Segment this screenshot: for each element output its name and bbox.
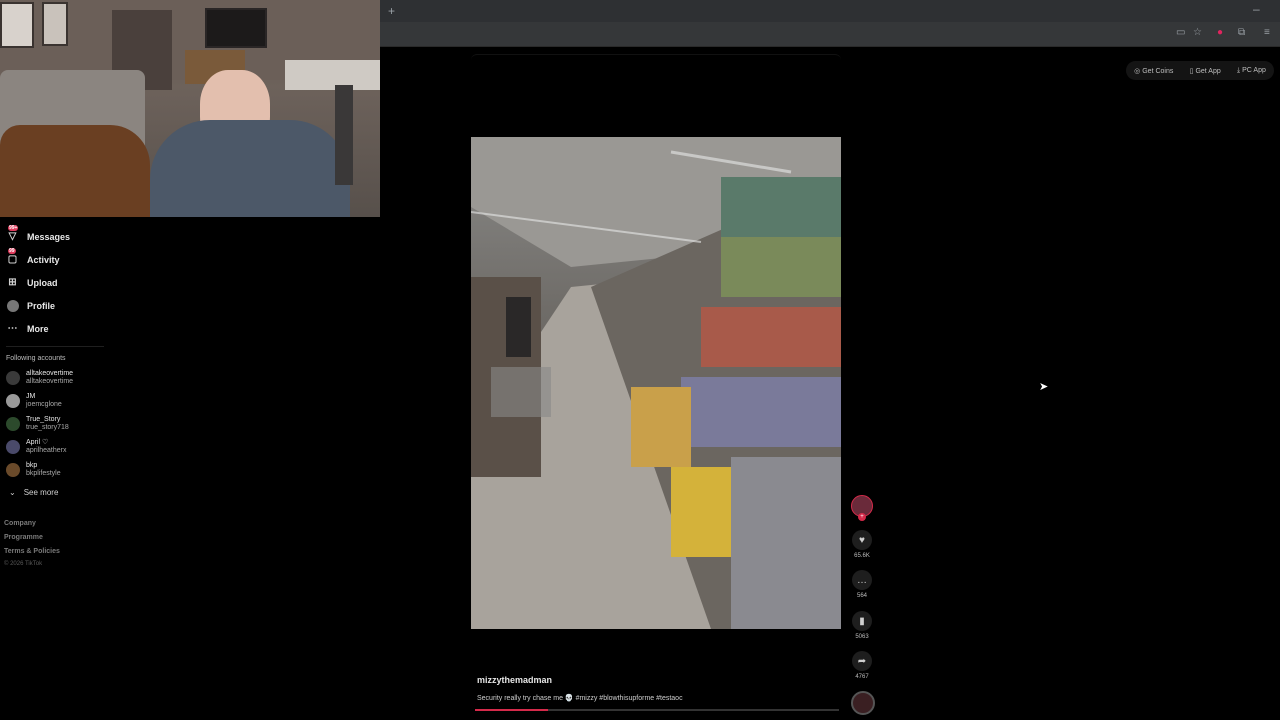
account-handle: bkplifestyle bbox=[26, 470, 61, 477]
mouse-cursor-icon: ➤ bbox=[1039, 381, 1049, 393]
coin-icon: ◎ bbox=[1134, 67, 1141, 75]
share-button[interactable]: ➦ 4767 bbox=[851, 651, 873, 680]
account-item[interactable]: bkp bkplifestyle bbox=[6, 462, 61, 478]
sidebar-item-label: More bbox=[27, 323, 49, 334]
share-icon: ➦ bbox=[852, 651, 872, 671]
footer-link-terms[interactable]: Terms & Policies bbox=[4, 548, 60, 555]
comment-button[interactable]: … 564 bbox=[851, 570, 873, 599]
messages-badge: 99+ bbox=[8, 225, 19, 231]
like-count: 65.6K bbox=[854, 553, 870, 559]
heart-icon: ♥ bbox=[852, 530, 872, 550]
music-disc-icon bbox=[851, 691, 875, 715]
save-button[interactable]: ▮ 5063 bbox=[851, 611, 873, 640]
video-player[interactable] bbox=[471, 137, 841, 629]
new-tab-button[interactable]: + bbox=[388, 4, 395, 18]
sidebar-item-messages[interactable]: ▽ 99+ Messages bbox=[6, 225, 71, 243]
account-item[interactable]: alltakeovertime alltakeovertime bbox=[6, 370, 73, 386]
sidebar-item-label: Messages bbox=[27, 231, 71, 242]
account-handle: joemcglone bbox=[26, 401, 62, 408]
get-app-link[interactable]: ▯ Get App bbox=[1190, 67, 1221, 75]
video-author[interactable]: mizzythemadman bbox=[477, 675, 552, 685]
browser-tab-bar bbox=[380, 0, 1280, 22]
footer-link-company[interactable]: Company bbox=[4, 520, 36, 527]
account-handle: true_story718 bbox=[26, 424, 69, 431]
copyright: © 2026 TikTok bbox=[4, 561, 43, 567]
minimize-button[interactable]: – bbox=[1253, 2, 1260, 16]
sidebar-item-label: Activity bbox=[27, 254, 60, 265]
see-more-button[interactable]: ⌄ See more bbox=[9, 488, 58, 497]
more-icon: ⋯ bbox=[7, 323, 18, 334]
sidebar-item-label: Profile bbox=[27, 300, 56, 311]
avatar bbox=[6, 463, 20, 477]
creator-avatar-button[interactable]: + bbox=[851, 495, 873, 521]
webcam-overlay bbox=[0, 0, 380, 217]
divider bbox=[6, 346, 104, 347]
sidebar-item-more[interactable]: ⋯ More bbox=[6, 322, 49, 335]
activity-icon: ▢ 99 bbox=[7, 248, 18, 265]
chevron-down-icon: ⌄ bbox=[9, 488, 16, 497]
account-name: April ♡ bbox=[26, 439, 49, 446]
account-item[interactable]: True_Story true_story718 bbox=[6, 416, 69, 432]
activity-badge: 99 bbox=[8, 248, 16, 254]
save-count: 5063 bbox=[855, 634, 869, 640]
star-icon[interactable]: ☆ bbox=[1193, 27, 1202, 38]
pinterest-icon[interactable]: ● bbox=[1217, 27, 1223, 38]
account-name: JM bbox=[26, 393, 36, 400]
sidebar-item-activity[interactable]: ▢ 99 Activity bbox=[6, 248, 60, 266]
menu-icon[interactable]: ≡ bbox=[1264, 27, 1270, 38]
avatar bbox=[6, 394, 20, 408]
avatar bbox=[6, 371, 20, 385]
account-name: alltakeovertime bbox=[26, 370, 74, 377]
browser-toolbar bbox=[380, 22, 1280, 47]
comment-icon: … bbox=[852, 570, 872, 590]
sidebar-item-upload[interactable]: ⊞ Upload bbox=[6, 276, 58, 289]
extensions-icon[interactable]: ⧉ bbox=[1238, 27, 1245, 38]
feed-card-edge bbox=[471, 54, 841, 61]
account-name: True_Story bbox=[26, 416, 61, 423]
following-accounts-title: Following accounts bbox=[6, 355, 66, 362]
share-count: 4767 bbox=[855, 674, 869, 680]
account-handle: alltakeovertime bbox=[26, 378, 74, 385]
pc-app-link[interactable]: ⤓ PC App bbox=[1237, 67, 1266, 75]
account-handle: aprilheatherx bbox=[26, 447, 67, 454]
upload-icon: ⊞ bbox=[8, 277, 17, 288]
app-links-bar: ◎ Get Coins ▯ Get App ⤓ PC App bbox=[1126, 61, 1274, 80]
like-button[interactable]: ♥ 65.6K bbox=[851, 530, 873, 559]
comment-count: 564 bbox=[856, 593, 867, 599]
messages-icon: ▽ 99+ bbox=[8, 225, 19, 242]
sidebar-item-label: Upload bbox=[27, 277, 58, 288]
screen-icon[interactable]: ▭ bbox=[1176, 27, 1185, 38]
footer-link-programme[interactable]: Programme bbox=[4, 534, 43, 541]
account-item[interactable]: April ♡ aprilheatherx bbox=[6, 439, 66, 455]
account-item[interactable]: JM joemcglone bbox=[6, 393, 62, 409]
avatar bbox=[6, 440, 20, 454]
progress-fill bbox=[475, 709, 548, 711]
sound-disc-button[interactable] bbox=[851, 691, 875, 715]
sidebar-item-profile[interactable]: Profile bbox=[6, 299, 55, 312]
account-name: bkp bbox=[26, 462, 38, 469]
video-frame-image bbox=[471, 137, 841, 629]
phone-icon: ▯ bbox=[1189, 67, 1194, 75]
download-icon: ⤓ bbox=[1237, 66, 1241, 74]
get-coins-link[interactable]: ◎ Get Coins bbox=[1134, 67, 1173, 75]
avatar bbox=[6, 417, 20, 431]
video-caption: Security really try chase me 💀 #mizzy #b… bbox=[477, 695, 683, 702]
profile-icon bbox=[6, 299, 19, 312]
follow-plus-icon[interactable]: + bbox=[858, 513, 866, 521]
bookmark-icon: ▮ bbox=[852, 611, 872, 631]
